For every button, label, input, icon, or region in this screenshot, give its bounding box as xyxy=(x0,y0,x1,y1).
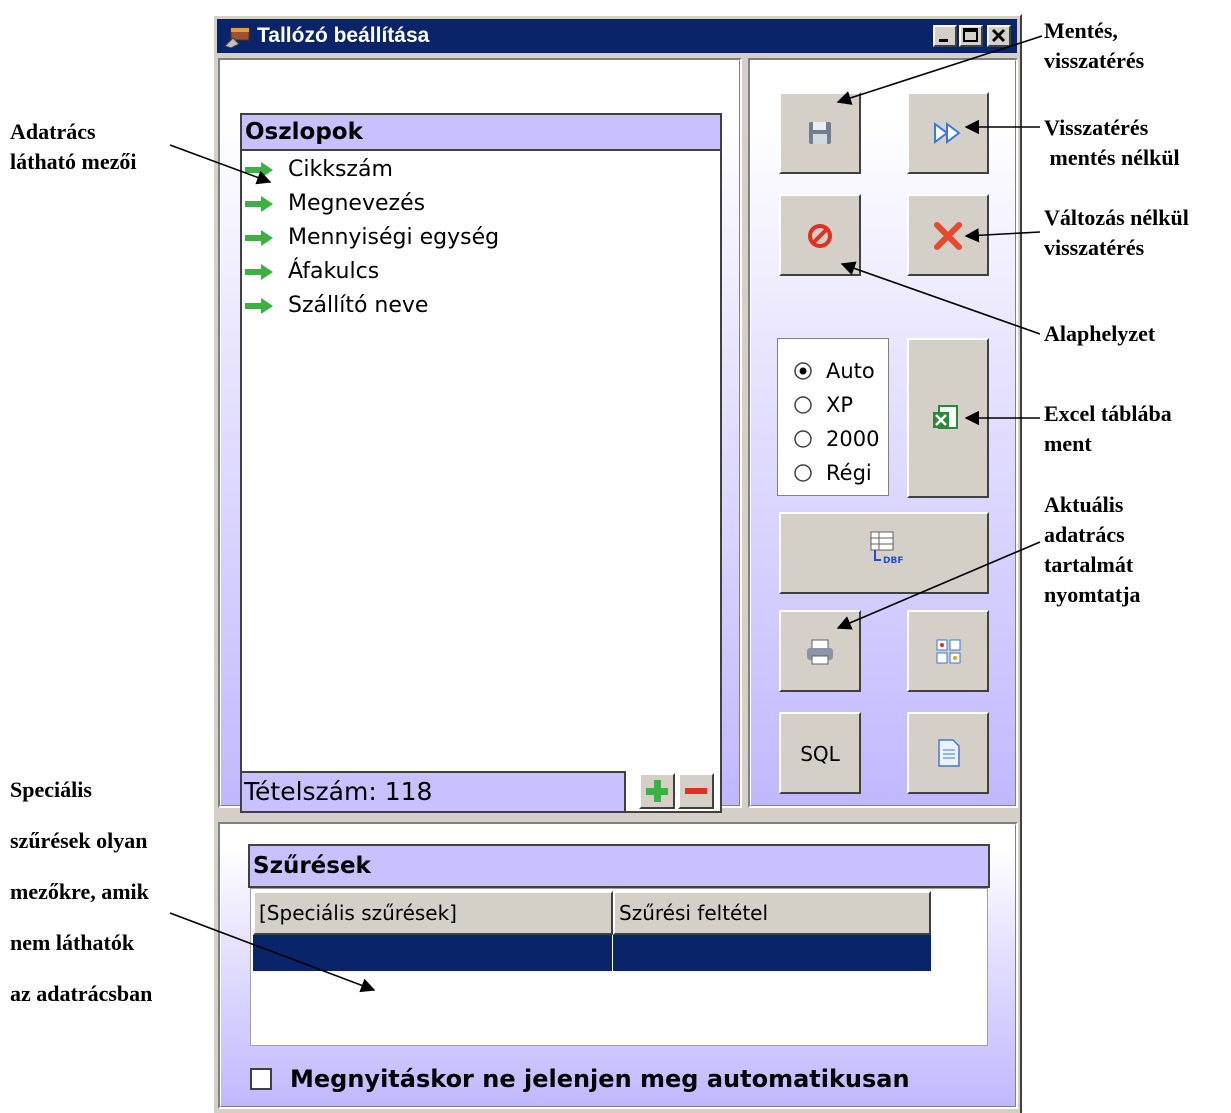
annotation-arrows xyxy=(169,35,1043,993)
